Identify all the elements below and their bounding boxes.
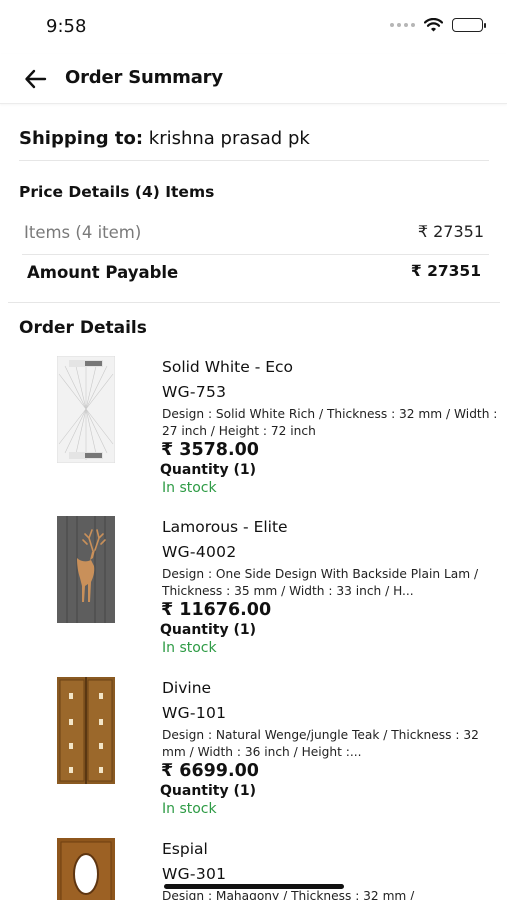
home-indicator[interactable] [164,884,344,889]
amount-payable-row: Amount Payable ₹ 27351 [22,262,484,292]
status-time: 9:58 [46,16,87,37]
teak-door-thumbnail-icon [57,677,115,784]
item-code: WG-101 [162,704,227,722]
amount-payable-value: ₹ 27351 [410,262,481,280]
divider [22,254,489,255]
item-price: ₹ 3578.00 [161,440,259,460]
app-header: Order Summary [0,54,507,104]
battery-icon [452,18,486,32]
item-price: ₹ 11676.00 [161,600,272,620]
back-arrow-icon[interactable] [23,66,49,92]
items-value: ₹ 27351 [417,222,484,241]
item-quantity: Quantity (1) [160,783,257,799]
shipping-label: Shipping to: [19,128,144,149]
deer-door-thumbnail-icon [57,516,115,623]
item-name: Divine [162,679,212,697]
amount-payable-label: Amount Payable [27,263,179,282]
item-name: Lamorous - Elite [162,518,288,536]
item-code: WG-301 [162,865,227,883]
order-item[interactable]: Solid White - Eco WG-753 Design : Solid … [0,356,507,506]
page-title: Order Summary [65,67,223,88]
oval-glass-door-thumbnail-icon [57,838,115,900]
items-row: Items (4 item) ₹ 27351 [22,222,484,252]
status-icons [390,18,486,32]
item-name: Solid White - Eco [162,358,294,376]
shipping-name: krishna prasad pk [148,128,310,149]
stock-status: In stock [162,801,217,817]
white-door-thumbnail-icon [57,356,115,463]
status-bar: 9:58 [0,0,507,54]
item-quantity: Quantity (1) [160,622,257,638]
item-code: WG-753 [162,383,227,401]
order-item[interactable]: Espial WG-301 Design : Mahagony / Thickn… [0,838,507,900]
shipping-info: Shipping to: krishna prasad pk [19,128,310,149]
items-label: Items (4 item) [24,223,142,242]
item-name: Espial [162,840,208,858]
price-details-title: Price Details (4) Items [19,183,215,201]
item-description: Design : Natural Wenge/jungle Teak / Thi… [162,728,479,759]
item-price: ₹ 6699.00 [161,761,259,781]
stock-status: In stock [162,480,217,496]
wifi-icon [424,18,443,32]
item-description: Design : Mahagony / Thickness : 32 mm / [162,889,415,900]
item-code: WG-4002 [162,543,237,561]
item-quantity: Quantity (1) [160,462,257,478]
divider [8,302,500,303]
item-description: Design : Solid White Rich / Thickness : … [162,407,498,438]
order-item[interactable]: Lamorous - Elite WG-4002 Design : One Si… [0,516,507,666]
order-details-title: Order Details [19,318,147,338]
order-item[interactable]: Divine WG-101 Design : Natural Wenge/jun… [0,677,507,827]
divider [19,160,489,161]
item-description: Design : One Side Design With Backside P… [162,567,479,598]
stock-status: In stock [162,640,217,656]
cellular-signal-icon [390,23,415,27]
